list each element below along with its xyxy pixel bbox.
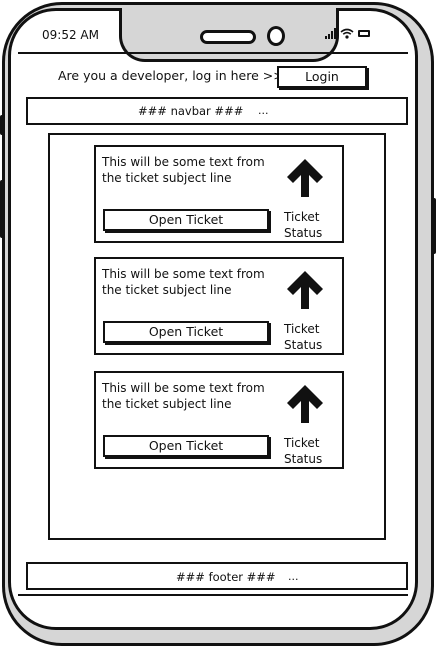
navbar-label: ### navbar ### bbox=[138, 104, 244, 118]
arrow-up-icon bbox=[287, 271, 323, 309]
status-icons bbox=[325, 28, 370, 39]
camera-icon bbox=[267, 26, 285, 46]
ticket-subject: This will be some text from the ticket s… bbox=[102, 381, 265, 411]
navbar[interactable]: ### navbar ### ... bbox=[26, 97, 408, 125]
ticket-card: This will be some text from the ticket s… bbox=[94, 371, 344, 469]
login-button[interactable]: Login bbox=[277, 66, 367, 88]
speaker-icon bbox=[200, 30, 256, 44]
developer-bar: Are you a developer, log in here >> Logi… bbox=[18, 58, 408, 94]
footer-ellipsis: ... bbox=[288, 570, 299, 583]
open-ticket-button[interactable]: Open Ticket bbox=[103, 321, 269, 343]
ticket-status-label: Ticket Status bbox=[284, 210, 323, 240]
power-button bbox=[431, 198, 436, 254]
footer: ### footer ### ... bbox=[26, 562, 408, 590]
volume-up-button bbox=[0, 180, 5, 238]
arrow-up-icon bbox=[287, 159, 323, 197]
ticket-card: This will be some text from the ticket s… bbox=[94, 257, 344, 355]
developer-prompt: Are you a developer, log in here >> bbox=[58, 68, 284, 83]
ticket-status-label: Ticket Status bbox=[284, 322, 323, 352]
footer-label: ### footer ### bbox=[176, 570, 276, 584]
open-ticket-button[interactable]: Open Ticket bbox=[103, 435, 269, 457]
open-ticket-button[interactable]: Open Ticket bbox=[103, 209, 269, 231]
arrow-up-icon bbox=[287, 385, 323, 423]
screen-divider-top bbox=[18, 52, 408, 54]
ticket-subject: This will be some text from the ticket s… bbox=[102, 267, 265, 297]
ticket-list-container: This will be some text from the ticket s… bbox=[48, 133, 386, 540]
volume-button bbox=[0, 115, 5, 135]
navbar-ellipsis: ... bbox=[258, 104, 269, 117]
battery-icon bbox=[358, 30, 370, 37]
signal-icon bbox=[325, 28, 336, 39]
ticket-card: This will be some text from the ticket s… bbox=[94, 145, 344, 243]
status-time: 09:52 AM bbox=[42, 28, 99, 42]
wifi-icon bbox=[340, 28, 354, 39]
ticket-status-label: Ticket Status bbox=[284, 436, 323, 466]
ticket-subject: This will be some text from the ticket s… bbox=[102, 155, 265, 185]
screen-divider-bottom bbox=[18, 594, 408, 596]
